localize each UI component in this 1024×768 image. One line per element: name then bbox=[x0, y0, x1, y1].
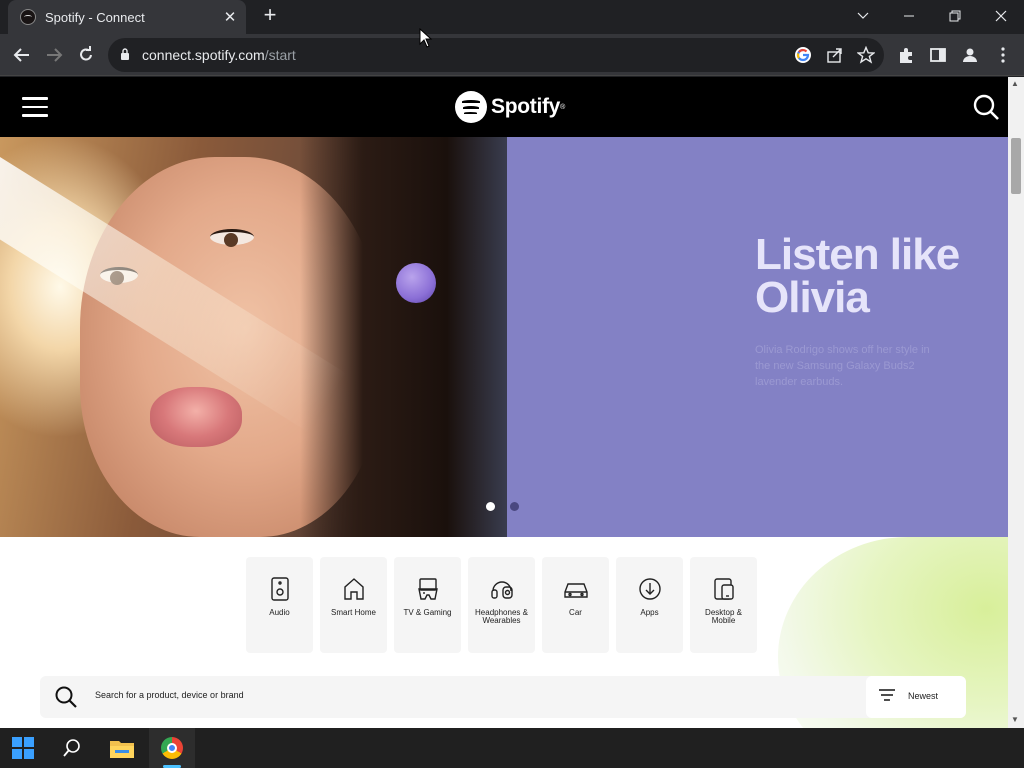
url-domain: connect.spotify.com bbox=[142, 47, 265, 63]
hero-subtitle: Olivia Rodrigo shows off her style in th… bbox=[755, 344, 930, 388]
sort-icon bbox=[879, 689, 895, 701]
category-desktop-mobile[interactable]: Desktop & Mobile bbox=[690, 557, 757, 653]
registered-mark: ® bbox=[560, 103, 566, 111]
category-label: Car bbox=[569, 608, 582, 617]
category-label: Desktop & Mobile bbox=[705, 608, 742, 625]
category-list: Audio Smart Home TV & Gaming Headphones … bbox=[246, 557, 757, 653]
car-icon bbox=[563, 583, 588, 598]
windows-logo-icon bbox=[12, 737, 34, 759]
category-label: Headphones & Wearables bbox=[475, 608, 528, 625]
new-tab-button[interactable]: + bbox=[258, 4, 282, 28]
search-icon bbox=[63, 739, 80, 757]
arrow-right-icon bbox=[47, 48, 63, 62]
google-icon[interactable] bbox=[794, 46, 812, 64]
category-smart-home[interactable]: Smart Home bbox=[320, 557, 387, 653]
hero-panel: Listen like Olivia Olivia Rodrigo shows … bbox=[507, 137, 1008, 537]
tab-close-icon[interactable]: ✕ bbox=[220, 8, 240, 26]
chevron-down-icon bbox=[857, 12, 869, 19]
folder-icon bbox=[110, 741, 134, 758]
page-viewport: Spotify ® Listen like Olivia Olivia Rodri… bbox=[0, 77, 1024, 728]
category-label: Apps bbox=[640, 608, 659, 617]
reload-button[interactable] bbox=[73, 42, 99, 68]
lock-icon bbox=[121, 48, 129, 60]
spotify-logo[interactable]: Spotify ® bbox=[455, 91, 565, 123]
close-window-button[interactable] bbox=[978, 0, 1024, 32]
spotify-logo-icon bbox=[455, 91, 487, 123]
windows-taskbar bbox=[0, 728, 1024, 768]
side-panel-icon[interactable] bbox=[929, 46, 947, 64]
hamburger-menu-icon[interactable] bbox=[22, 97, 48, 117]
headphones-icon bbox=[490, 581, 513, 599]
scroll-down-icon[interactable]: ▼ bbox=[1011, 715, 1019, 724]
spotify-favicon-icon bbox=[20, 9, 36, 25]
earbud-image bbox=[396, 263, 436, 303]
search-input[interactable]: Search for a product, device or brand bbox=[95, 690, 244, 700]
minimize-button[interactable] bbox=[886, 0, 932, 32]
home-icon bbox=[343, 578, 364, 600]
extensions-icon[interactable] bbox=[897, 46, 915, 64]
spotify-wordmark: Spotify bbox=[491, 95, 561, 118]
arrow-left-icon bbox=[13, 48, 29, 62]
chrome-taskbar-button[interactable] bbox=[149, 728, 195, 768]
carousel-dot-2[interactable] bbox=[510, 502, 519, 511]
category-label: Audio bbox=[269, 608, 290, 617]
scroll-up-icon[interactable]: ▲ bbox=[1011, 79, 1019, 88]
speaker-icon bbox=[270, 577, 289, 601]
hero-carousel[interactable]: Listen like Olivia Olivia Rodrigo shows … bbox=[0, 137, 1008, 537]
devices-icon bbox=[713, 578, 734, 600]
share-icon[interactable] bbox=[826, 46, 844, 64]
search-icon[interactable] bbox=[972, 93, 1000, 121]
restore-button[interactable] bbox=[932, 0, 978, 32]
hero-title: Listen like Olivia bbox=[755, 230, 960, 322]
hero-photo bbox=[0, 137, 507, 537]
page-scrollbar[interactable]: ▲ ▼ bbox=[1008, 77, 1024, 728]
browser-tab[interactable]: Spotify - Connect ✕ bbox=[8, 0, 246, 34]
address-bar[interactable]: connect.spotify.com/start bbox=[108, 38, 884, 72]
mouse-cursor-icon bbox=[419, 28, 433, 48]
product-search-bar: Search for a product, device or brand Ne… bbox=[40, 676, 966, 718]
bookmark-star-icon[interactable] bbox=[857, 46, 875, 64]
back-button[interactable] bbox=[9, 42, 35, 68]
menu-kebab-icon[interactable] bbox=[994, 46, 1012, 64]
close-icon bbox=[995, 10, 1007, 22]
category-audio[interactable]: Audio bbox=[246, 557, 313, 653]
chrome-icon bbox=[161, 737, 183, 759]
scrollbar-thumb[interactable] bbox=[1011, 138, 1021, 194]
sort-button[interactable]: Newest bbox=[866, 676, 966, 718]
reload-icon bbox=[80, 46, 92, 61]
carousel-dot-1[interactable] bbox=[486, 502, 495, 511]
tab-search-button[interactable] bbox=[840, 0, 886, 32]
tab-strip: Spotify - Connect ✕ + bbox=[0, 0, 1024, 34]
category-label: TV & Gaming bbox=[403, 608, 452, 617]
search-icon bbox=[55, 686, 77, 708]
category-car[interactable]: Car bbox=[542, 557, 609, 653]
category-apps[interactable]: Apps bbox=[616, 557, 683, 653]
sort-label: Newest bbox=[908, 691, 939, 701]
profile-icon[interactable] bbox=[961, 46, 979, 64]
spotify-header: Spotify ® bbox=[0, 77, 1008, 137]
file-explorer-button[interactable] bbox=[99, 728, 145, 768]
category-tv-gaming[interactable]: TV & Gaming bbox=[394, 557, 461, 653]
url-text[interactable]: connect.spotify.com/start bbox=[142, 47, 296, 63]
tab-title: Spotify - Connect bbox=[45, 9, 145, 25]
url-path: /start bbox=[264, 47, 296, 63]
start-button[interactable] bbox=[0, 728, 46, 768]
taskbar-search-button[interactable] bbox=[49, 728, 95, 768]
forward-button[interactable] bbox=[41, 42, 67, 68]
category-headphones-wearables[interactable]: Headphones & Wearables bbox=[468, 557, 535, 653]
restore-icon bbox=[949, 10, 961, 22]
minimize-icon bbox=[904, 15, 914, 17]
download-icon bbox=[638, 578, 661, 600]
browser-toolbar: connect.spotify.com/start bbox=[0, 34, 1024, 76]
gamepad-icon bbox=[417, 578, 438, 600]
category-label: Smart Home bbox=[331, 608, 376, 617]
